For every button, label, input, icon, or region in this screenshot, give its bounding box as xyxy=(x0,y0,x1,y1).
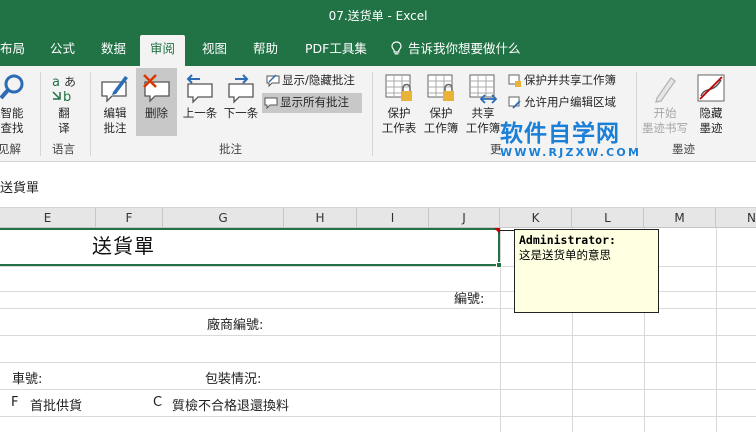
start-inking-button[interactable]: 开始 墨迹书写 xyxy=(640,72,690,136)
cell-c-code[interactable]: C xyxy=(153,395,162,410)
tab-view[interactable]: 视图 xyxy=(192,35,237,66)
show-hide-comment-icon xyxy=(266,74,280,87)
column-header-g[interactable]: G xyxy=(163,208,284,228)
formula-bar[interactable]: 送貨單 xyxy=(0,162,756,208)
group-label-ink: 墨迹 xyxy=(672,142,695,156)
column-header-h[interactable]: H xyxy=(284,208,357,228)
gridline xyxy=(0,335,756,336)
allow-edit-ranges-icon xyxy=(508,96,521,109)
protect-sheet-button[interactable]: 保护 工作表 xyxy=(378,72,420,136)
tell-me-text: 告诉我你想要做什么 xyxy=(408,41,521,56)
ribbon-tabs: 布局 公式 数据 审阅 视图 帮助 PDF工具集 告诉我你想要做什么 xyxy=(0,30,756,66)
cell-c-text[interactable]: 質檢不合格退還換料 xyxy=(172,395,289,414)
translate-icon: a あ b xyxy=(52,75,76,104)
group-separator xyxy=(636,72,637,156)
column-header-j[interactable]: J xyxy=(429,208,500,228)
title-bar: 07.送货单 - Excel xyxy=(0,0,756,30)
previous-comment-button[interactable]: 上一条 xyxy=(180,72,220,121)
comment-edit-icon xyxy=(101,76,128,103)
protect-sheet-icon xyxy=(385,74,412,101)
gridline xyxy=(500,228,501,432)
group-label-insights: 见解 xyxy=(0,142,21,156)
watermark-text: 软件自学网 xyxy=(500,121,620,147)
tab-data[interactable]: 数据 xyxy=(91,35,136,66)
lightbulb-icon xyxy=(391,41,402,55)
previous-comment-icon xyxy=(186,74,213,104)
tab-formulas[interactable]: 公式 xyxy=(40,35,85,66)
cell-f-text[interactable]: 首批供貨 xyxy=(30,395,82,414)
svg-text:あ: あ xyxy=(64,75,76,89)
comment-author: Administrator: xyxy=(519,233,616,247)
protect-workbook-icon xyxy=(427,74,454,101)
formula-bar-content[interactable]: 送貨單 xyxy=(0,177,39,196)
excel-window: 07.送货单 - Excel 布局 公式 数据 审阅 视图 帮助 PDF工具集 … xyxy=(0,0,756,432)
pen-icon xyxy=(655,77,676,103)
tell-me-search[interactable]: 告诉我你想要做什么 xyxy=(390,35,521,62)
gridline xyxy=(0,416,756,417)
allow-edit-ranges-button[interactable]: 允许用户编辑区域 xyxy=(506,93,624,113)
show-all-comments-button[interactable]: 显示所有批注 xyxy=(262,93,362,113)
magnifier-icon xyxy=(0,74,24,100)
tab-pdf-tools[interactable]: PDF工具集 xyxy=(295,35,377,66)
next-comment-icon xyxy=(228,74,254,104)
watermark-url: WWW.RJZXW.COM xyxy=(500,146,642,159)
gridline xyxy=(716,228,717,432)
cell-number-label[interactable]: 編號: xyxy=(454,288,484,307)
comment-body: 这是送货单的意思 xyxy=(519,248,611,262)
selected-cell-border xyxy=(0,228,500,266)
group-separator xyxy=(90,72,91,156)
delete-comment-button[interactable]: 删除 xyxy=(136,68,177,136)
fill-handle[interactable] xyxy=(496,262,502,268)
comment-indicator[interactable] xyxy=(494,228,500,234)
group-separator xyxy=(372,72,373,156)
svg-text:a: a xyxy=(52,75,60,90)
cell-title[interactable]: 送貨單 xyxy=(92,230,155,259)
cell-vehicle-label[interactable]: 車號: xyxy=(12,368,42,387)
protect-share-icon xyxy=(508,74,521,87)
share-workbook-button[interactable]: 共享 工作簿 xyxy=(462,72,504,136)
column-header-l[interactable]: L xyxy=(572,208,644,228)
column-header-f[interactable]: F xyxy=(96,208,163,228)
edit-comment-button[interactable]: 编辑 批注 xyxy=(96,72,134,136)
hide-ink-icon xyxy=(697,74,725,102)
smart-lookup-button[interactable]: 智能 查找 xyxy=(0,72,30,136)
next-comment-button[interactable]: 下一条 xyxy=(221,72,261,121)
comment-box[interactable]: Administrator: 这是送货单的意思 xyxy=(514,229,659,313)
gridline xyxy=(0,362,756,363)
share-workbook-icon xyxy=(469,74,498,104)
show-all-comments-icon xyxy=(264,97,278,109)
hide-ink-button[interactable]: 隐藏 墨迹 xyxy=(692,72,730,136)
group-label-language: 语言 xyxy=(52,142,75,156)
tab-review[interactable]: 审阅 xyxy=(140,35,186,66)
cell-packing-label[interactable]: 包裝情況: xyxy=(205,368,261,387)
protect-share-workbook-button[interactable]: 保护并共享工作簿 xyxy=(506,71,624,91)
column-header-e[interactable]: E xyxy=(0,208,96,228)
gridline xyxy=(0,389,756,390)
tab-help[interactable]: 帮助 xyxy=(243,35,288,66)
translate-button[interactable]: a あ b 翻 译 xyxy=(46,72,82,136)
tab-layout[interactable]: 布局 xyxy=(0,35,35,66)
column-header-i[interactable]: I xyxy=(357,208,429,228)
group-separator xyxy=(40,72,41,156)
delete-comment-icon xyxy=(142,74,170,103)
svg-text:b: b xyxy=(63,90,71,104)
column-header-m[interactable]: M xyxy=(644,208,716,228)
cell-f-code[interactable]: F xyxy=(11,395,18,410)
window-title: 07.送货单 - Excel xyxy=(328,9,428,23)
cell-vendor-label[interactable]: 廠商編號: xyxy=(207,314,263,333)
ribbon-review: 智能 查找 a あ b 翻 译 编辑 批注 删除 上一条 下一条 显示/隐藏批注… xyxy=(0,66,756,162)
column-header-k[interactable]: K xyxy=(500,208,572,228)
protect-workbook-button[interactable]: 保护 工作簿 xyxy=(420,72,462,136)
column-header-n[interactable]: N xyxy=(716,208,756,228)
group-label-comments: 批注 xyxy=(219,142,242,156)
show-hide-comment-button[interactable]: 显示/隐藏批注 xyxy=(264,71,368,91)
